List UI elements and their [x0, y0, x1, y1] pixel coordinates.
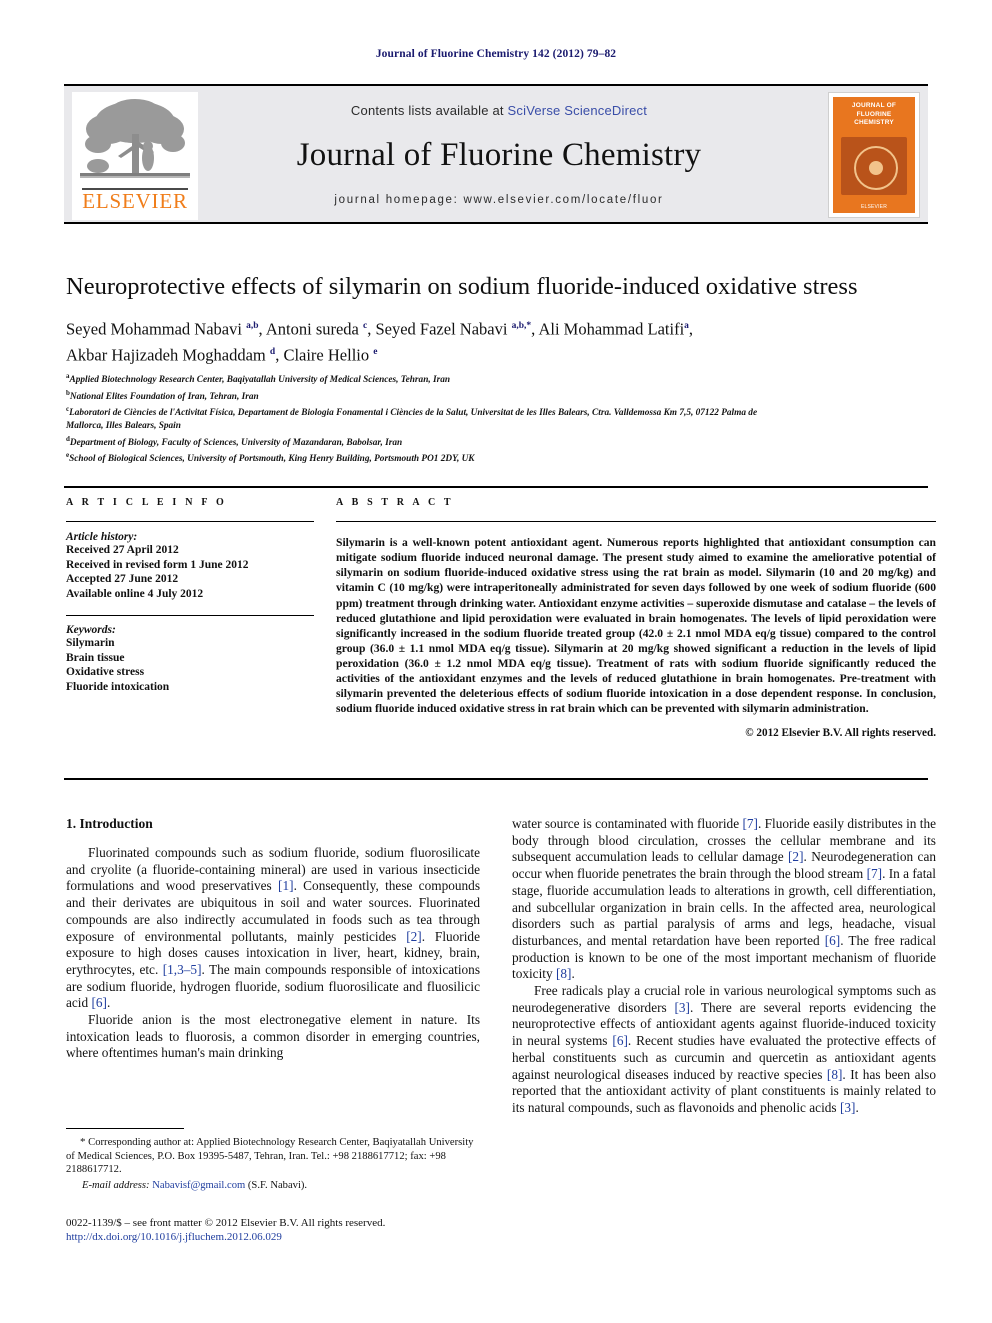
paragraph: Fluoride anion is the most electronegati… [66, 1012, 480, 1061]
abstract-column: A B S T R A C T Silymarin is a well-know… [336, 497, 936, 739]
running-head: Journal of Fluorine Chemistry 142 (2012)… [375, 48, 617, 60]
contents-prefix: Contents lists available at [350, 103, 508, 118]
affiliation-item: dDepartment of Biology, Faculty of Scien… [66, 433, 766, 450]
keyword-item: Fluoride intoxication [66, 680, 170, 693]
citation-ref[interactable]: [3] [674, 1000, 690, 1015]
author-line1-tail: , [688, 319, 694, 339]
abstract-copyright: © 2012 Elsevier B.V. All rights reserved… [745, 727, 936, 740]
citation-ref[interactable]: [8] [827, 1067, 843, 1082]
cover-title-line1: JOURNAL OF [851, 102, 897, 109]
affiliation-text: National Elites Foundation of Iran, Tehr… [69, 391, 259, 402]
issn-copyright-line: 0022-1139/$ – see front matter © 2012 El… [66, 1217, 386, 1229]
sciencedirect-link[interactable]: SciVerse ScienceDirect [508, 103, 648, 118]
author-2: , Antoni sureda [258, 319, 364, 339]
author-6: , Claire Hellio [275, 345, 374, 364]
body-column-left: 1. Introduction Fluorinated compounds su… [66, 816, 480, 1062]
author-1: Seyed Mohammad Nabavi [66, 319, 247, 339]
keyword-item: Oxidative stress [66, 666, 145, 679]
cover-artwork [841, 137, 907, 195]
keyword-item: Silymarin [66, 637, 115, 650]
citation-ref[interactable]: [7] [867, 866, 883, 881]
cover-molecule-icon [854, 146, 898, 190]
masthead-center: Contents lists available at SciVerse Sci… [214, 86, 784, 222]
info-band-top-rule [64, 486, 928, 488]
citation-ref[interactable]: [6] [825, 933, 841, 948]
abstract-text: Silymarin is a well-known potent antioxi… [336, 536, 936, 716]
cover-footer: ELSEVIER [860, 204, 888, 210]
section-heading-introduction: 1. Introduction [66, 816, 153, 831]
paragraph: water source is contaminated with fluori… [512, 816, 937, 982]
info-band-bottom-rule [64, 778, 928, 780]
cover-title-line2: FLUORINE [856, 110, 892, 118]
elsevier-tree-icon [80, 99, 190, 178]
keywords-label: Keywords: [66, 624, 116, 637]
citation-ref[interactable]: [8] [556, 966, 572, 981]
citation-ref[interactable]: [7] [742, 816, 758, 831]
journal-title: Journal of Fluorine Chemistry [296, 137, 702, 173]
author-3-affil-marks: a,b,* [511, 321, 532, 331]
keywords-rule [66, 615, 314, 617]
footnote-star: * [80, 1136, 86, 1149]
author-list: Seyed Mohammad Nabavi a,b, Antoni sureda… [66, 315, 946, 366]
history-online: Available online 4 July 2012 [66, 587, 204, 600]
citation-ref[interactable]: [2] [788, 849, 804, 864]
abstract-rule [336, 521, 936, 523]
citation-ref[interactable]: [6] [91, 995, 107, 1010]
author-3: , Seyed Fazel Nabavi [367, 319, 512, 339]
paragraph: Free radicals play a crucial role in var… [512, 983, 937, 1115]
journal-cover-thumbnail: JOURNAL OF FLUORINE CHEMISTRY ELSEVIER [828, 92, 920, 218]
email-owner: (S.F. Nabavi). [247, 1180, 308, 1192]
journal-homepage-line[interactable]: journal homepage: www.elsevier.com/locat… [214, 194, 784, 206]
keyword-item: Brain tissue [66, 651, 125, 664]
author-5: Akbar Hajizadeh Moghaddam [66, 345, 270, 364]
citation-ref[interactable]: [2] [406, 929, 422, 944]
article-info-heading: A R T I C L E I N F O [66, 497, 227, 508]
affiliation-item: cLaboratori de Ciències de l'Activitat F… [66, 403, 766, 432]
paragraph: Fluorinated compounds such as sodium flu… [66, 845, 481, 1011]
article-info-rule [66, 521, 314, 523]
history-revised: Received in revised form 1 June 2012 [66, 558, 249, 571]
article-history-label: Article history: [66, 531, 138, 544]
email-address[interactable]: Nabavisf@gmail.com [152, 1180, 245, 1191]
footnote-email-line: E-mail address: Nabavisf@gmail.com (S.F.… [66, 1179, 480, 1192]
affiliation-item: bNational Elites Foundation of Iran, Teh… [66, 387, 766, 404]
article-info-column: A R T I C L E I N F O Article history: R… [66, 497, 314, 694]
citation-ref[interactable]: [1,3–5] [163, 962, 202, 977]
citation-ref[interactable]: [3] [840, 1100, 856, 1115]
affiliation-item: eSchool of Biological Sciences, Universi… [66, 449, 766, 466]
cover-inner: JOURNAL OF FLUORINE CHEMISTRY ELSEVIER [833, 97, 915, 213]
email-label: E-mail address: [82, 1180, 150, 1192]
corresponding-author-footnote: * Corresponding author at: Applied Biote… [66, 1128, 480, 1193]
history-accepted: Accepted 27 June 2012 [66, 573, 179, 586]
journal-masthead: ELSEVIER Contents lists available at Sci… [64, 84, 928, 224]
abstract-heading: A B S T R A C T [336, 497, 454, 508]
footnote-rule [66, 1128, 184, 1130]
contents-available-line: Contents lists available at SciVerse Sci… [214, 103, 784, 118]
citation-ref[interactable]: [1] [278, 878, 294, 893]
article-title: Neuroprotective effects of silymarin on … [66, 273, 858, 300]
author-6-affil-marks: e [373, 346, 378, 357]
footnote-line1: Corresponding author at: Applied Biotech… [88, 1137, 427, 1149]
footnote-text: * Corresponding author at: Applied Biote… [66, 1136, 480, 1176]
doi-link[interactable]: http://dx.doi.org/10.1016/j.jfluchem.201… [66, 1230, 566, 1244]
cover-title-line3: CHEMISTRY [854, 119, 894, 126]
affiliation-text: Applied Biotechnology Research Center, B… [69, 375, 451, 386]
cover-title: JOURNAL OF FLUORINE CHEMISTRY [833, 102, 915, 128]
citation-ref[interactable]: [6] [612, 1033, 628, 1048]
author-4: , Ali Mohammad Latifi [531, 319, 685, 339]
affiliation-text: Laboratori de Ciències de l'Activitat Fí… [66, 408, 758, 432]
affiliation-list: aApplied Biotechnology Research Center, … [66, 370, 766, 466]
bottom-matter: 0022-1139/$ – see front matter © 2012 El… [66, 1216, 566, 1244]
keywords-block: Keywords: Silymarin Brain tissue Oxidati… [66, 615, 314, 694]
journal-article-page: Journal of Fluorine Chemistry 142 (2012)… [0, 0, 992, 1323]
body-column-right: water source is contaminated with fluori… [512, 816, 936, 1117]
elsevier-logo: ELSEVIER [72, 92, 198, 220]
history-received: Received 27 April 2012 [66, 544, 179, 557]
author-1-affil-marks: a,b [246, 321, 259, 331]
elsevier-wordmark: ELSEVIER [82, 189, 188, 213]
affiliation-text: Department of Biology, Faculty of Scienc… [69, 437, 403, 448]
affiliation-item: aApplied Biotechnology Research Center, … [66, 370, 766, 387]
affiliation-text: School of Biological Sciences, Universit… [69, 454, 475, 465]
